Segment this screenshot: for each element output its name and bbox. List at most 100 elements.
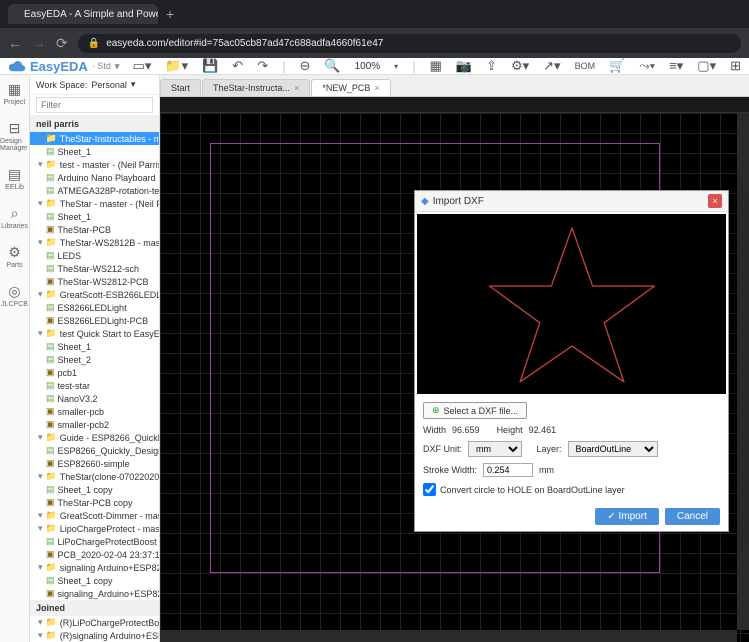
- folder-node[interactable]: ▾📁TheStar - master - (Neil Parris): [30, 197, 159, 210]
- bom-button[interactable]: BOM: [575, 61, 596, 71]
- file-node[interactable]: ▤Sheet_1: [30, 145, 159, 158]
- close-icon[interactable]: ×: [294, 83, 299, 93]
- folder-node[interactable]: ▾📁TheStar(clone-07022020) - master...: [30, 470, 159, 483]
- file-node[interactable]: ▤Sheet_1: [30, 210, 159, 223]
- tab-title: EasyEDA - A Simple and Powerfu...: [24, 9, 158, 20]
- folder-node[interactable]: ▾📁(R)signaling Arduino+ESP8266+SI...: [30, 629, 159, 642]
- camera-icon[interactable]: 📷: [456, 58, 472, 74]
- browser-tab[interactable]: EasyEDA - A Simple and Powerfu... ×: [8, 4, 158, 24]
- folder-node[interactable]: ▾📁GreatScott-Dimmer - master - (Neil...: [30, 509, 159, 522]
- eelib-icon: ▤: [7, 166, 23, 182]
- pcb-icon: ▣: [46, 458, 55, 469]
- logo[interactable]: EasyEDA · Std ▾: [8, 59, 119, 74]
- cancel-button[interactable]: Cancel: [665, 508, 720, 525]
- tool-icon[interactable]: ▦: [430, 58, 442, 74]
- file-node[interactable]: ▣smaller-pcb: [30, 405, 159, 418]
- file-node[interactable]: ▣TheStar-PCB: [30, 223, 159, 236]
- doc-tab[interactable]: *NEW_PCB×: [311, 79, 390, 96]
- folder-node[interactable]: ▾📁LipoChargeProtect - master - (Neil...: [30, 522, 159, 535]
- folder-node[interactable]: ▾📁signaling Arduino+ESP8266+SIM8...: [30, 561, 159, 574]
- folder-node[interactable]: ▾📁GreatScott-ESB266LEDLight - mast...: [30, 288, 159, 301]
- folder-icon[interactable]: 📁▾: [165, 58, 188, 74]
- close-icon[interactable]: ×: [374, 83, 379, 93]
- folder-node[interactable]: ▾📁test - master - (Neil Parris): [30, 158, 159, 171]
- file-node[interactable]: ▤LEDS: [30, 249, 159, 262]
- save-icon[interactable]: 💾: [202, 58, 218, 74]
- rail-libraries[interactable]: ⌕Libraries: [1, 205, 28, 230]
- layers-icon[interactable]: ≡▾: [669, 58, 683, 74]
- undo-icon[interactable]: ↶: [232, 58, 243, 74]
- folder-icon: 📁: [46, 617, 57, 628]
- file-node[interactable]: ▣ESP82660-simple: [30, 457, 159, 470]
- file-node[interactable]: ▣ES8266LEDLight-PCB: [30, 314, 159, 327]
- board-icon[interactable]: ▢▾: [697, 58, 716, 74]
- file-node[interactable]: ▤TheStar-WS212-sch: [30, 262, 159, 275]
- folder-node[interactable]: ▾📁test Quick Start to EasyEDA - mas...: [30, 327, 159, 340]
- redo-icon[interactable]: ↷: [257, 58, 268, 74]
- share-icon[interactable]: ⇪: [486, 58, 497, 74]
- file-node[interactable]: ▤ESP8266_Quickly_Design: [30, 444, 159, 457]
- file-node[interactable]: ▤Arduino Nano Playboard: [30, 171, 159, 184]
- file-node[interactable]: ▤Sheet_2: [30, 353, 159, 366]
- project-tree[interactable]: ▾📁TheStar-Instructables - master - (N...…: [30, 132, 159, 642]
- import-button[interactable]: ✓ Import: [595, 508, 659, 525]
- file-node[interactable]: ▤Sheet_1 copy: [30, 483, 159, 496]
- rail-design-manager[interactable]: ⊟Design Manager: [0, 120, 29, 152]
- file-node[interactable]: ▤test-star: [30, 379, 159, 392]
- reload-button[interactable]: ⟳: [56, 35, 68, 52]
- convert-circle-checkbox[interactable]: Convert circle to HOLE on BoardOutLine l…: [423, 483, 720, 496]
- file-node[interactable]: ▣TheStar-WS2812-PCB: [30, 275, 159, 288]
- cart-icon[interactable]: 🛒: [609, 58, 625, 74]
- scrollbar-horizontal[interactable]: [160, 630, 737, 642]
- file-node[interactable]: ▤ES8266LEDLight: [30, 301, 159, 314]
- file-node[interactable]: ▤LiPoChargeProtectBoost: [30, 535, 159, 548]
- back-button[interactable]: ←: [8, 35, 22, 51]
- file-icon: ▤: [46, 393, 55, 404]
- settings-icon[interactable]: ⚙▾: [511, 58, 529, 74]
- rail-parts[interactable]: ⚙Parts: [6, 244, 22, 269]
- grid-icon[interactable]: ⊞: [730, 58, 741, 74]
- file-node[interactable]: ▣signaling_Arduino+ESP8266+SIM8...: [30, 587, 159, 600]
- route-icon[interactable]: ⤳▾: [639, 58, 655, 74]
- dialog-icon: ◆: [421, 196, 429, 207]
- doc-tab[interactable]: TheStar-Instructa...×: [202, 79, 310, 96]
- zoom-value[interactable]: 100%: [355, 61, 381, 72]
- pcb-icon: ▣: [46, 588, 55, 599]
- stroke-width-input[interactable]: [483, 463, 533, 477]
- rail-eelib[interactable]: ▤EELib: [5, 166, 24, 191]
- new-tab-button[interactable]: +: [166, 6, 174, 22]
- file-node[interactable]: ▤Sheet_1: [30, 340, 159, 353]
- file-node[interactable]: ▤NanoV3.2: [30, 392, 159, 405]
- file-node[interactable]: ▣smaller-pcb2: [30, 418, 159, 431]
- doc-tab[interactable]: Start: [160, 79, 201, 96]
- file-node[interactable]: ▤ATMEGA328P-rotation-test: [30, 184, 159, 197]
- url-field[interactable]: 🔒 easyeda.com/editor#id=75ac05cb87ad47c6…: [78, 34, 741, 53]
- layer-select[interactable]: BoardOutLine: [568, 441, 658, 457]
- folder-node[interactable]: ▾📁TheStar-WS2812B - master - (N...: [30, 236, 159, 249]
- workspace-selector[interactable]: Work Space: Personal ▾: [30, 75, 159, 95]
- rail-jlcpcb[interactable]: ◎JLCPCB: [1, 283, 28, 308]
- file-icon: ▤: [46, 380, 55, 391]
- file-node[interactable]: ▤Sheet_1 copy: [30, 574, 159, 587]
- zoom-in-icon[interactable]: 🔍: [324, 58, 340, 74]
- file-node[interactable]: ▣TheStar-PCB copy: [30, 496, 159, 509]
- folder-node[interactable]: ▾📁TheStar-Instructables - master - (N...: [30, 132, 159, 145]
- dialog-close-button[interactable]: ×: [708, 194, 722, 208]
- file-node[interactable]: ▣pcb1: [30, 366, 159, 379]
- rail-project[interactable]: ▦Project: [4, 81, 26, 106]
- file-node[interactable]: ▣PCB_2020-02-04 23:37:14: [30, 548, 159, 561]
- folder-node[interactable]: ▾📁(R)LiPoChargeProtectBoost copy - ...: [30, 616, 159, 629]
- file-menu-icon[interactable]: ▭▾: [133, 58, 152, 74]
- folder-node[interactable]: ▾📁Guide - ESP8266_Quickly Design...: [30, 431, 159, 444]
- select-dxf-button[interactable]: ⊕ Select a DXF file...: [423, 402, 527, 419]
- project-tree-panel: Work Space: Personal ▾ neil parris ▾📁The…: [30, 75, 160, 642]
- document-tabs: StartTheStar-Instructa...×*NEW_PCB×: [160, 75, 749, 97]
- star-shape: [477, 219, 667, 389]
- dxf-unit-select[interactable]: mm: [468, 441, 522, 457]
- export-icon[interactable]: ↗▾: [543, 58, 560, 74]
- forward-button[interactable]: →: [32, 35, 46, 51]
- filter-input[interactable]: [36, 97, 153, 113]
- pcb-icon: ▣: [46, 367, 55, 378]
- scrollbar-vertical[interactable]: [737, 113, 749, 630]
- zoom-out-icon[interactable]: ⊖: [300, 58, 311, 74]
